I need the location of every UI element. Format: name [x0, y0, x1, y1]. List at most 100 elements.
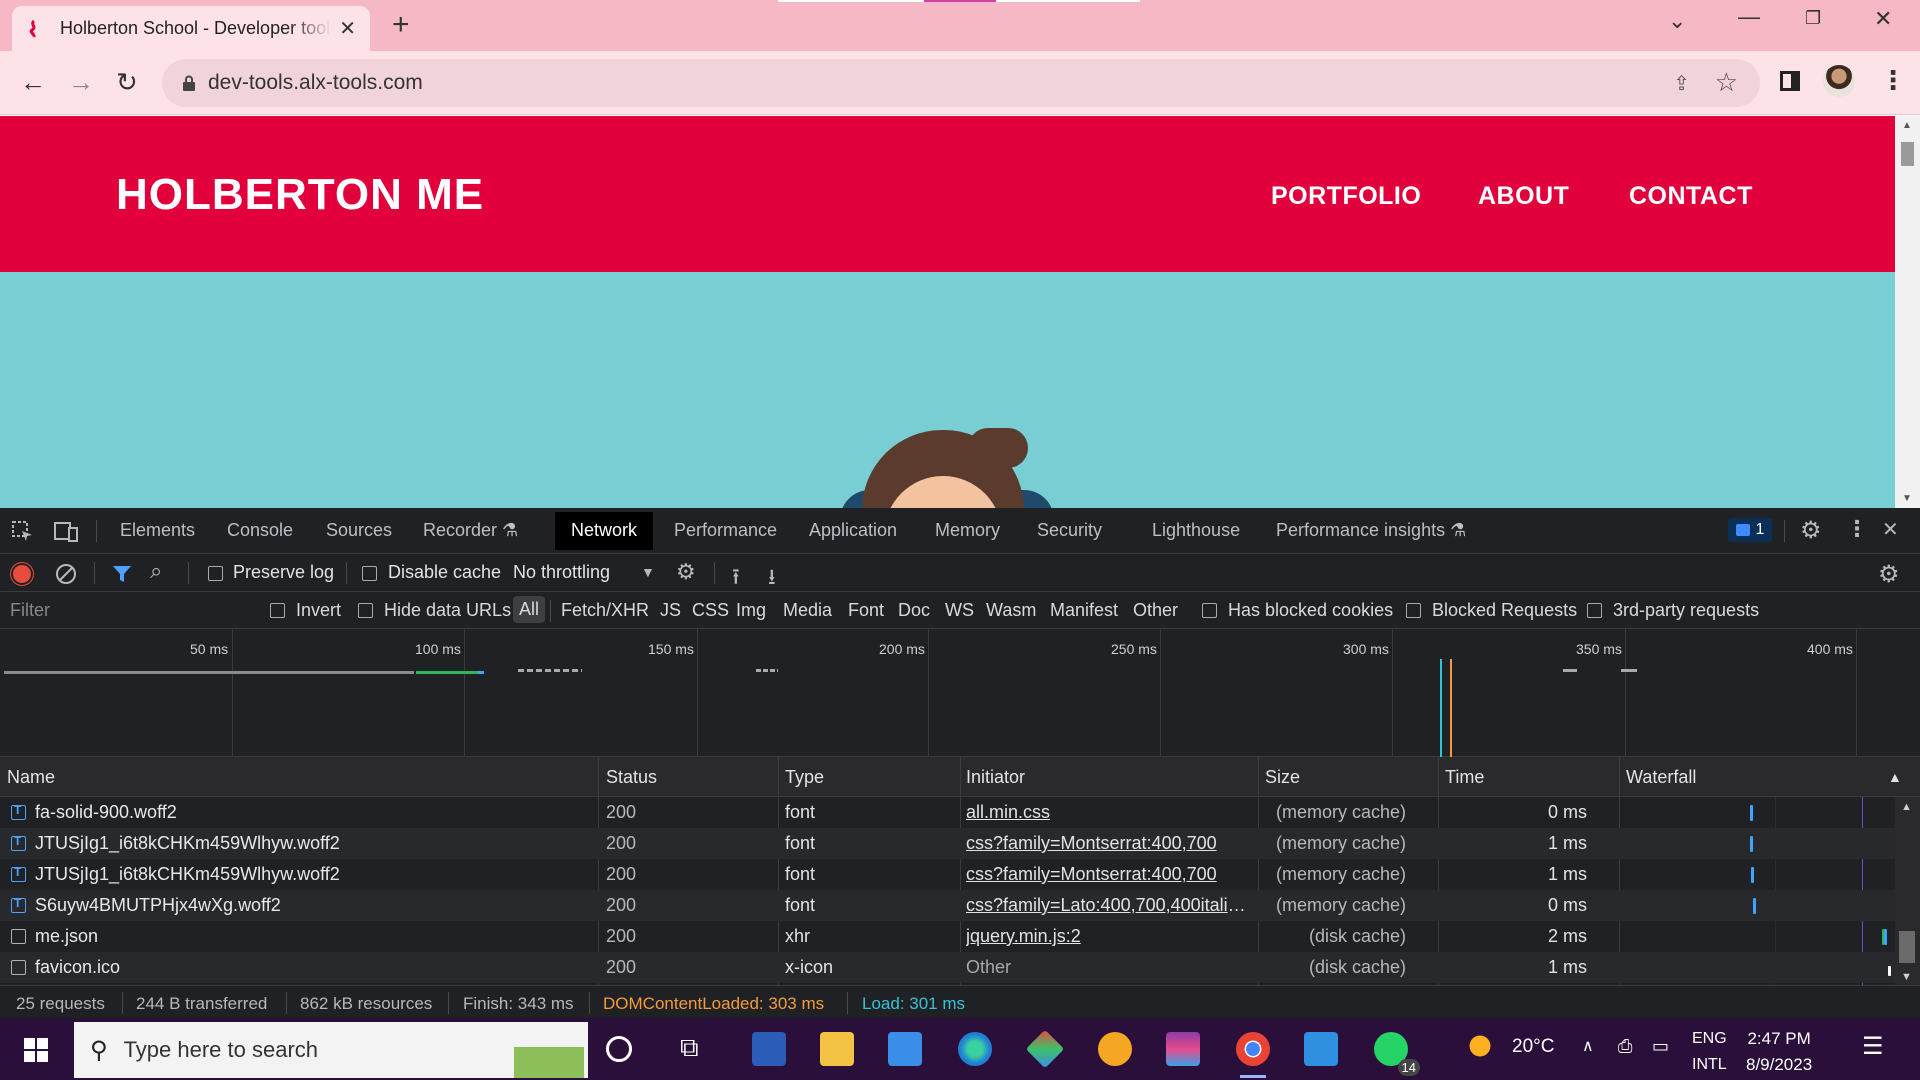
devtools-close-icon[interactable]: ✕ — [1882, 517, 1899, 542]
back-arrow-icon[interactable]: ← — [20, 67, 46, 98]
request-table-scrollbar[interactable]: ▲ ▼ — [1895, 797, 1920, 985]
tab-network[interactable]: Network — [555, 512, 654, 550]
filter-type-img[interactable]: Img — [736, 600, 766, 621]
table-row[interactable]: T fa-solid-900.woff2 200 font all.min.cs… — [0, 797, 1895, 828]
request-initiator-link[interactable]: css?family=Montserrat:400,700 — [966, 864, 1217, 885]
table-row[interactable]: T JTUSjIg1_i6t8kCHKm459Wlhyw.woff2 200 f… — [0, 828, 1895, 859]
devtools-settings-gear-icon[interactable]: ⚙ — [1800, 516, 1822, 545]
column-waterfall[interactable]: Waterfall — [1626, 767, 1696, 788]
close-window-icon[interactable]: ✕ — [1874, 6, 1892, 32]
column-name[interactable]: Name — [7, 767, 55, 788]
tab-search-chevron-icon[interactable]: ⌄ — [1668, 8, 1686, 34]
vscode-app-icon[interactable] — [1304, 1032, 1338, 1066]
blocked-requests-checkbox[interactable] — [1406, 603, 1421, 618]
tab-memory[interactable]: Memory — [935, 520, 1000, 541]
filter-type-media[interactable]: Media — [783, 600, 832, 621]
browser-menu-icon[interactable]: ⋮ — [1880, 65, 1906, 96]
column-time[interactable]: Time — [1445, 767, 1484, 788]
notification-center-icon[interactable]: ☰ — [1862, 1032, 1884, 1061]
task-view-icon[interactable]: ⧉ — [680, 1032, 714, 1066]
browser-tab[interactable]: Holberton School - Developer tools ✕ — [12, 6, 370, 51]
filter-type-js[interactable]: JS — [660, 600, 681, 621]
network-conditions-wifi-icon[interactable]: ⚙ — [676, 559, 696, 585]
throttling-select[interactable]: No throttling — [513, 562, 610, 583]
table-scroll-down-icon[interactable]: ▼ — [1901, 971, 1912, 983]
tab-application[interactable]: Application — [809, 520, 897, 541]
new-tab-button[interactable]: + — [392, 10, 410, 40]
table-row[interactable]: T S6uyw4BMUTPHjx4wXg.woff2 200 font css?… — [0, 890, 1895, 921]
page-scrollbar-thumb[interactable] — [1901, 142, 1914, 166]
chrome-browser-icon[interactable] — [1236, 1032, 1270, 1078]
tab-sources[interactable]: Sources — [326, 520, 392, 541]
filter-type-font[interactable]: Font — [848, 600, 884, 621]
table-row[interactable]: me.json 200 xhr jquery.min.js:2 (disk ca… — [0, 921, 1895, 952]
invert-checkbox[interactable] — [270, 603, 285, 618]
winrar-app-icon[interactable] — [1166, 1032, 1200, 1066]
address-bar[interactable]: dev-tools.alx-tools.com ⇪ ☆ — [162, 59, 1760, 107]
share-icon[interactable]: ⇪ — [1673, 71, 1690, 96]
column-initiator[interactable]: Initiator — [966, 767, 1025, 788]
profile-avatar[interactable] — [1823, 65, 1855, 97]
restore-window-icon[interactable]: ❐ — [1805, 8, 1821, 29]
taskbar-search-box[interactable]: ⚲ Type here to search — [74, 1022, 588, 1078]
tab-elements[interactable]: Elements — [120, 520, 195, 541]
tray-device-icon[interactable]: ⎙ — [1618, 1036, 1632, 1057]
edge-browser-icon[interactable] — [958, 1032, 992, 1066]
filter-type-fetch-xhr[interactable]: Fetch/XHR — [561, 600, 649, 621]
inspect-element-icon[interactable] — [12, 521, 34, 543]
scroll-up-icon[interactable]: ▲ — [1902, 120, 1912, 131]
language-indicator[interactable]: ENG INTL — [1692, 1026, 1727, 1078]
filter-type-wasm[interactable]: Wasm — [986, 600, 1036, 621]
device-toolbar-icon[interactable] — [54, 521, 78, 543]
nav-contact-link[interactable]: CONTACT — [1629, 182, 1753, 211]
table-scroll-up-icon[interactable]: ▲ — [1901, 801, 1912, 813]
issues-badge[interactable]: 1 — [1728, 518, 1772, 542]
request-initiator-link[interactable]: css?family=Montserrat:400,700 — [966, 833, 1217, 854]
weather-sun-icon[interactable] — [1468, 1034, 1498, 1064]
filter-type-manifest[interactable]: Manifest — [1050, 600, 1118, 621]
battery-icon[interactable]: ▭ — [1652, 1036, 1669, 1057]
throttling-dropdown-icon[interactable]: ▼ — [641, 564, 655, 580]
cortana-icon[interactable] — [606, 1036, 632, 1062]
tab-console[interactable]: Console — [227, 520, 293, 541]
page-scrollbar[interactable]: ▲ ▼ — [1895, 116, 1920, 508]
hide-data-urls-checkbox[interactable] — [358, 603, 373, 618]
taskbar-clock[interactable]: 2:47 PM 8/9/2023 — [1746, 1026, 1812, 1078]
tab-performance-insights[interactable]: Performance insights ⚗ — [1276, 520, 1466, 541]
weather-temperature[interactable]: 20°C — [1512, 1036, 1554, 1058]
request-initiator-link[interactable]: all.min.css — [966, 802, 1050, 823]
network-settings-gear-icon[interactable]: ⚙ — [1878, 560, 1900, 589]
site-title[interactable]: HOLBERTON ME — [116, 170, 484, 220]
git-app-icon[interactable] — [1025, 1029, 1065, 1069]
record-stop-icon[interactable] — [13, 565, 31, 583]
filter-funnel-icon[interactable] — [112, 564, 132, 584]
close-tab-icon[interactable]: ✕ — [339, 16, 356, 41]
word-app-icon[interactable] — [752, 1032, 786, 1066]
network-overview-timeline[interactable]: 50 ms 100 ms 150 ms 200 ms 250 ms 300 ms… — [0, 629, 1920, 757]
has-blocked-cookies-checkbox[interactable] — [1202, 603, 1217, 618]
search-icon[interactable]: ⌕ — [150, 558, 162, 584]
filter-type-all[interactable]: All — [513, 596, 546, 623]
preserve-log-checkbox[interactable] — [208, 566, 223, 581]
third-party-requests-checkbox[interactable] — [1587, 603, 1602, 618]
forward-arrow-icon[interactable]: → — [68, 67, 94, 98]
request-initiator-link[interactable]: jquery.min.js:2 — [966, 926, 1081, 947]
clear-log-icon[interactable] — [55, 563, 77, 585]
request-table-scrollbar-thumb[interactable] — [1899, 931, 1915, 963]
filter-type-ws[interactable]: WS — [945, 600, 974, 621]
disable-cache-checkbox[interactable] — [362, 566, 377, 581]
nav-about-link[interactable]: ABOUT — [1478, 182, 1569, 211]
column-size[interactable]: Size — [1265, 767, 1300, 788]
side-panel-icon[interactable] — [1780, 71, 1800, 91]
reload-icon[interactable]: ↻ — [116, 67, 138, 98]
brave-browser-icon[interactable] — [1098, 1032, 1132, 1066]
bookmark-star-icon[interactable]: ☆ — [1715, 67, 1738, 98]
devtools-menu-icon[interactable]: ⋮ — [1846, 516, 1868, 542]
file-explorer-icon[interactable] — [820, 1032, 854, 1066]
minimize-window-icon[interactable]: — — [1738, 4, 1760, 30]
filter-type-other[interactable]: Other — [1133, 600, 1178, 621]
request-initiator-link[interactable]: css?family=Lato:400,700,400italic,... — [966, 895, 1250, 916]
column-type[interactable]: Type — [785, 767, 824, 788]
column-status[interactable]: Status — [606, 767, 657, 788]
scroll-down-icon[interactable]: ▼ — [1902, 493, 1912, 504]
